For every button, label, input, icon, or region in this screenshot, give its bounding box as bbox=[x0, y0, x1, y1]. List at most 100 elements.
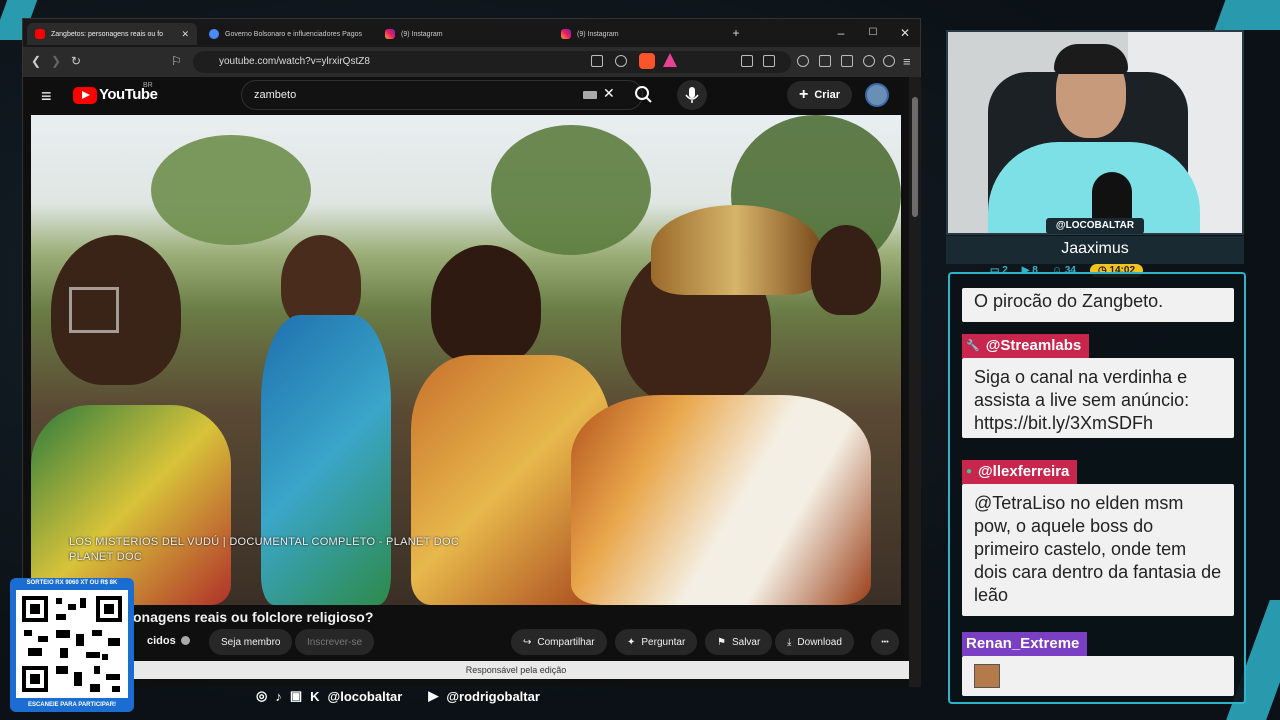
tab-bar: Zangbetos: personagens reais ou fo ✕ Gov… bbox=[23, 19, 920, 47]
scrollbar-thumb[interactable] bbox=[912, 97, 918, 217]
emote-icon bbox=[974, 664, 1000, 688]
brave-rewards-icon[interactable] bbox=[663, 53, 677, 67]
close-window-icon[interactable]: ✕ bbox=[897, 25, 913, 41]
instagram-icon: ◎ bbox=[256, 688, 268, 703]
decor-splash bbox=[1214, 0, 1280, 30]
instagram-favicon-icon bbox=[561, 29, 571, 39]
search-button[interactable] bbox=[623, 80, 663, 110]
vpn-icon[interactable] bbox=[883, 55, 895, 67]
video-caption: LOS MISTERIOS DEL VUDÚ | DOCUMENTAL COMP… bbox=[69, 535, 459, 565]
brave-shield-icon[interactable] bbox=[639, 53, 655, 69]
instagram-favicon-icon bbox=[385, 29, 395, 39]
new-tab-button[interactable]: + bbox=[728, 25, 744, 41]
close-tab-icon[interactable]: ✕ bbox=[181, 29, 189, 40]
caption-line: PLANET DOC bbox=[69, 551, 143, 563]
leo-icon[interactable] bbox=[863, 55, 875, 67]
youtube-icon: ▶ bbox=[428, 688, 439, 703]
extensions-icon[interactable] bbox=[741, 55, 753, 67]
reload-icon[interactable]: ↻ bbox=[71, 54, 81, 68]
tooltip: Responsável pela edição bbox=[123, 661, 909, 679]
back-icon[interactable]: ❮ bbox=[31, 54, 41, 68]
gemini-favicon-icon bbox=[209, 29, 219, 39]
chat-username: 🔧 @Streamlabs bbox=[962, 334, 1090, 358]
chat-username: Renan_Extreme bbox=[962, 632, 1088, 656]
plus-icon: + bbox=[799, 86, 809, 103]
tab-title: (9) Instagram bbox=[577, 30, 619, 38]
region-code: BR bbox=[143, 82, 153, 89]
more-actions-button[interactable]: ••• bbox=[871, 629, 899, 655]
cast-icon[interactable] bbox=[591, 55, 603, 67]
youtube-page: ≡ YouTube BR zambeto ✕ + Criar LOS MISTE… bbox=[23, 77, 909, 687]
video-title: onagens reais ou folclore religioso? bbox=[133, 609, 374, 625]
scrollbar[interactable] bbox=[909, 77, 921, 687]
person-figure bbox=[431, 245, 541, 365]
tab-instagram-2[interactable]: (9) Instagram bbox=[553, 23, 723, 45]
create-button[interactable]: + Criar bbox=[787, 81, 853, 109]
video-player[interactable]: LOS MISTERIOS DEL VUDÚ | DOCUMENTAL COMP… bbox=[31, 115, 901, 605]
wrench-icon: 🔧 bbox=[966, 340, 980, 352]
maximize-icon[interactable]: ☐ bbox=[865, 25, 881, 41]
avatar[interactable] bbox=[865, 83, 889, 107]
share-label: Compartilhar bbox=[537, 636, 595, 648]
badge-icon: ● bbox=[966, 466, 973, 477]
qr-header: SORTEIO RX 9060 XT OU R$ 8K bbox=[26, 580, 118, 586]
share-button[interactable]: ↪ Compartilhar bbox=[511, 629, 607, 655]
sidebar-icon[interactable] bbox=[819, 55, 831, 67]
ask-button[interactable]: ✦ Perguntar bbox=[615, 629, 698, 655]
share-icon[interactable] bbox=[615, 55, 627, 67]
tab-instagram-1[interactable]: (9) Instagram bbox=[377, 23, 547, 45]
share-icon: ↪ bbox=[523, 636, 532, 648]
tab-title: (9) Instagram bbox=[401, 30, 443, 38]
verified-icon bbox=[181, 636, 190, 645]
chat-message: @TetraLiso no elden msm pow, o aquele bo… bbox=[962, 484, 1234, 616]
subscribe-button[interactable]: Inscrever-se bbox=[295, 629, 375, 655]
webcam-feed bbox=[946, 30, 1244, 235]
chat-username: ● @llexferreira bbox=[962, 460, 1078, 484]
video-info: onagens reais ou folclore religioso? cid… bbox=[23, 605, 909, 687]
person-figure bbox=[811, 225, 881, 315]
person-figure bbox=[31, 405, 231, 605]
qr-code bbox=[16, 590, 128, 698]
twitch-icon: ▣ bbox=[289, 688, 303, 703]
music-icon[interactable] bbox=[797, 55, 809, 67]
cam-handle: @LOCOBALTAR bbox=[1046, 218, 1144, 234]
caption-line: LOS MISTERIOS DEL VUDÚ | DOCUMENTAL COMP… bbox=[69, 536, 460, 548]
qr-footer: ESCANEIE PARA PARTICIPAR! bbox=[27, 702, 117, 708]
head-wrap bbox=[651, 205, 821, 295]
tree-foliage bbox=[491, 125, 651, 255]
voice-search-button[interactable] bbox=[677, 80, 707, 110]
bookmark-icon[interactable]: ⚐ bbox=[171, 54, 182, 68]
chat-message bbox=[962, 656, 1234, 696]
download-label: Download bbox=[797, 636, 842, 648]
url-input[interactable]: youtube.com/watch?v=ylrxirQstZ8 bbox=[193, 51, 791, 73]
kick-icon: K bbox=[310, 688, 320, 704]
menu-icon[interactable]: ≡ bbox=[903, 54, 911, 69]
youtube-header: ≡ YouTube BR zambeto ✕ + Criar bbox=[23, 77, 909, 115]
tab-youtube[interactable]: Zangbetos: personagens reais ou fo ✕ bbox=[27, 23, 197, 45]
wallet-icon[interactable] bbox=[841, 55, 853, 67]
download-button[interactable]: ⤓ Download bbox=[775, 629, 854, 655]
hamburger-menu-icon[interactable]: ≡ bbox=[41, 86, 52, 107]
save-label: Salvar bbox=[731, 636, 761, 648]
screenshot-icon[interactable] bbox=[763, 55, 775, 67]
tab-title: Governo Bolsonaro e influenciadores Pago… bbox=[225, 30, 362, 38]
join-button[interactable]: Seja membro bbox=[209, 629, 293, 655]
forward-icon[interactable]: ❯ bbox=[51, 54, 61, 68]
microphone-icon bbox=[685, 87, 699, 103]
save-button[interactable]: ⚑ Salvar bbox=[705, 629, 773, 655]
search-icon bbox=[635, 86, 652, 103]
clear-search-icon[interactable]: ✕ bbox=[603, 85, 615, 102]
minimize-icon[interactable]: – bbox=[833, 25, 849, 41]
keyboard-icon[interactable] bbox=[583, 91, 597, 99]
chat-panel: O pirocão do Zangbeto. 🔧 @Streamlabs Siga… bbox=[948, 272, 1246, 704]
tab-governo[interactable]: Governo Bolsonaro e influenciadores Pago… bbox=[201, 23, 371, 45]
watermark-square bbox=[69, 287, 119, 333]
sparkle-icon: ✦ bbox=[627, 636, 636, 648]
social-handle: @rodrigobaltar bbox=[446, 688, 540, 704]
browser-window: Zangbetos: personagens reais ou fo ✕ Gov… bbox=[22, 18, 921, 687]
viewer-name: Jaaximus bbox=[946, 236, 1244, 264]
chat-message: Siga o canal na verdinha e assista a liv… bbox=[962, 358, 1234, 438]
address-bar: ❮ ❯ ↻ ⚐ youtube.com/watch?v=ylrxirQstZ8 … bbox=[23, 47, 920, 94]
youtube-logo-icon[interactable] bbox=[73, 87, 97, 104]
channel-name[interactable]: cidos bbox=[147, 635, 176, 647]
